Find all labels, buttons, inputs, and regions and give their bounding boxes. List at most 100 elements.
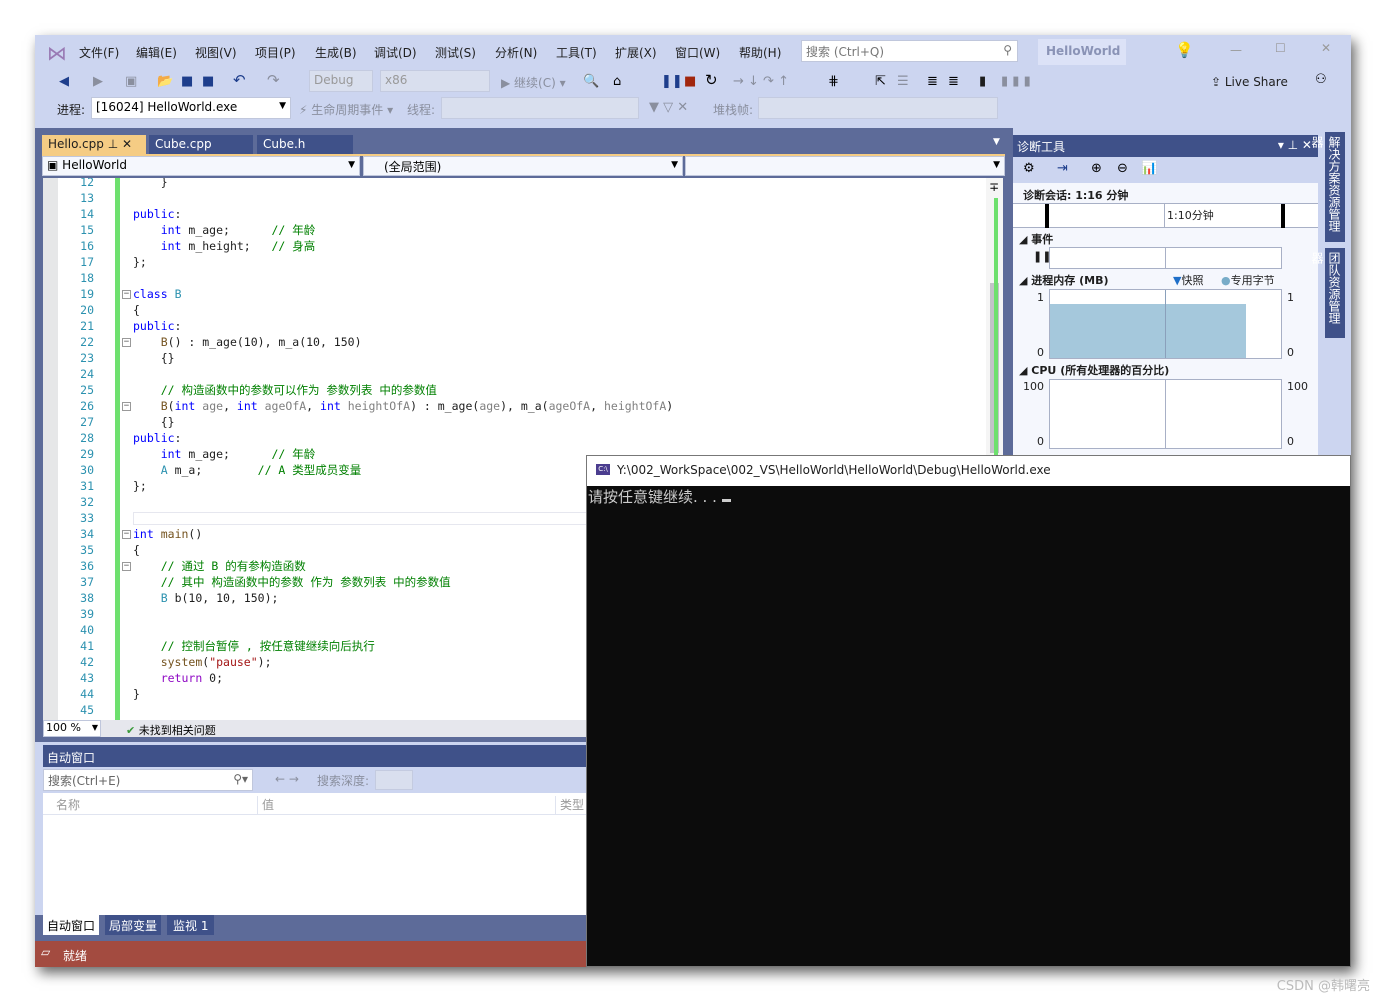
restart-icon[interactable]: ↻ xyxy=(705,73,718,88)
code-line[interactable]: 21 public: xyxy=(43,318,1003,334)
code-line[interactable]: 25 // 构造函数中的参数可以作为 参数列表 中的参数值 xyxy=(43,382,1003,398)
redo-icon[interactable]: ↷ xyxy=(267,73,280,88)
account-icon[interactable]: ⚇ xyxy=(1315,73,1327,87)
code-line[interactable]: 24 xyxy=(43,366,1003,382)
code-line[interactable]: 16 int m_height; // 身高 xyxy=(43,238,1003,254)
save-all-icon[interactable]: ■ xyxy=(202,75,214,89)
live-share-button[interactable]: ⇪ Live Share xyxy=(1211,75,1288,89)
feedback-icon[interactable]: 💡 xyxy=(1175,41,1194,59)
column-name[interactable]: 名称 xyxy=(56,796,80,813)
continue-button[interactable]: ▶ 继续(C) ▾ xyxy=(501,74,566,91)
step-icons[interactable]: → ↓ ↷ ↑ xyxy=(733,75,789,89)
menu-file[interactable]: 文件(F) xyxy=(79,44,119,61)
code-line[interactable]: 23 {} xyxy=(43,350,1003,366)
pin-icon[interactable]: ⊥ xyxy=(108,137,118,151)
export-icon[interactable]: ⇥ xyxy=(1057,162,1068,176)
zoom-in-icon[interactable]: ⊕ xyxy=(1091,162,1102,176)
tab-cube-cpp[interactable]: Cube.cpp xyxy=(149,135,253,154)
process-dropdown[interactable]: [16024] HelloWorld.exe ▼ xyxy=(91,97,291,119)
code-line[interactable]: 28 public: xyxy=(43,430,1003,446)
breakpoints-icon[interactable]: ☰ xyxy=(897,75,909,89)
find-icon[interactable]: 🔍 xyxy=(583,75,599,89)
comment-icon[interactable]: ≣ xyxy=(948,75,959,89)
tab-hello-cpp[interactable]: Hello.cpp ⊥ ✕ xyxy=(42,135,146,154)
tab-overflow-icon[interactable]: ▼ xyxy=(993,137,1000,147)
menu-tools[interactable]: 工具(T) xyxy=(556,44,597,61)
code-line[interactable]: 20 { xyxy=(43,302,1003,318)
code-line[interactable]: 17}; xyxy=(43,254,1003,270)
code-line[interactable]: 15 int m_age; // 年龄 xyxy=(43,222,1003,238)
run-to-cursor-icon[interactable]: ⇱ xyxy=(875,75,886,89)
column-value[interactable]: 值 xyxy=(257,796,274,814)
code-line[interactable]: 18 xyxy=(43,270,1003,286)
member-nav-dropdown[interactable]: ▼ xyxy=(685,156,1005,176)
collapse-icon[interactable]: − xyxy=(122,562,131,571)
split-button[interactable]: ∓ xyxy=(989,180,999,194)
collapse-icon[interactable]: − xyxy=(122,530,131,539)
menu-window[interactable]: 窗口(W) xyxy=(675,44,720,61)
stackframe-dropdown[interactable] xyxy=(758,97,998,119)
save-icon[interactable]: ■ xyxy=(181,75,193,89)
pause-icon[interactable]: ❚❚ xyxy=(661,75,683,89)
tab-autos[interactable]: 自动窗口 xyxy=(43,915,100,935)
menu-debug[interactable]: 调试(D) xyxy=(374,44,417,61)
search-box[interactable]: 搜索 (Ctrl+Q) ⚲ xyxy=(801,40,1018,62)
menu-test[interactable]: 测试(S) xyxy=(435,44,476,61)
menu-help[interactable]: 帮助(H) xyxy=(739,44,781,61)
column-type[interactable]: 类型 xyxy=(555,796,584,814)
filter-icon[interactable]: ▼ ▽ ✕ xyxy=(649,101,688,115)
collapse-icon[interactable]: − xyxy=(122,290,131,299)
console-window[interactable]: C:\ Y:\002_WorkSpace\002_VS\HelloWorld\H… xyxy=(586,455,1351,967)
code-line[interactable]: 22 − B() : m_age(10), m_a(10, 150) xyxy=(43,334,1003,350)
open-file-icon[interactable]: 📂 xyxy=(157,75,173,89)
project-nav-dropdown[interactable]: ▣ HelloWorld ▼ xyxy=(42,156,360,176)
menu-analyze[interactable]: 分析(N) xyxy=(495,44,537,61)
search-depth-dropdown[interactable] xyxy=(375,770,413,790)
minimize-button[interactable]: — xyxy=(1230,43,1242,57)
outdent-icon[interactable]: ≣ xyxy=(927,75,938,89)
undo-icon[interactable]: ↶ xyxy=(233,73,246,88)
events-section[interactable]: ◢ 事件 xyxy=(1019,231,1053,247)
side-tab-solution-explorer[interactable]: 解决方案资源管理器 xyxy=(1310,132,1345,242)
lifecycle-events-button[interactable]: ⚡ 生命周期事件 ▾ xyxy=(299,101,393,118)
thread-dropdown[interactable] xyxy=(441,97,639,119)
code-line[interactable]: 19 − class B xyxy=(43,286,1003,302)
menu-view[interactable]: 视图(V) xyxy=(195,44,237,61)
close-button[interactable]: ✕ xyxy=(1321,41,1331,55)
chart-icon[interactable]: 📊 xyxy=(1141,162,1157,176)
menu-project[interactable]: 项目(P) xyxy=(255,44,296,61)
code-line[interactable]: 12 } xyxy=(43,178,1003,190)
screenshot-icon[interactable]: ⌂ xyxy=(613,75,621,89)
timeline-ruler[interactable]: 1:10分钟 xyxy=(1013,203,1318,228)
search-nav-arrows[interactable]: ← → xyxy=(275,772,299,786)
stop-icon[interactable]: ■ xyxy=(684,75,696,89)
hex-icon[interactable]: ⋕ xyxy=(828,75,839,89)
code-line[interactable]: 13 xyxy=(43,190,1003,206)
code-line[interactable]: 14 public: xyxy=(43,206,1003,222)
new-item-icon[interactable]: ▣ xyxy=(125,75,137,89)
zoom-out-icon[interactable]: ⊖ xyxy=(1117,162,1128,176)
maximize-button[interactable]: ☐ xyxy=(1275,41,1286,55)
code-line[interactable]: 27 {} xyxy=(43,414,1003,430)
memory-section[interactable]: ◢ 进程内存 (MB) xyxy=(1019,272,1109,288)
autos-search-input[interactable]: 搜索(Ctrl+E) ⚲▾ xyxy=(43,769,253,791)
tab-cube-h[interactable]: Cube.h xyxy=(257,135,353,154)
issues-indicator[interactable]: ✔ 未找到相关问题 xyxy=(126,722,216,738)
panel-menu-icons[interactable]: ▾ ⊥ ✕ xyxy=(1278,138,1312,152)
console-title-bar[interactable]: C:\ Y:\002_WorkSpace\002_VS\HelloWorld\H… xyxy=(587,456,1350,486)
configuration-dropdown[interactable]: Debug xyxy=(309,70,373,92)
close-tab-icon[interactable]: ✕ xyxy=(122,137,132,151)
cpu-section[interactable]: ◢ CPU (所有处理器的百分比) xyxy=(1019,362,1169,378)
collapse-icon[interactable]: − xyxy=(122,402,131,411)
collapse-icon[interactable]: − xyxy=(122,338,131,347)
menu-build[interactable]: 生成(B) xyxy=(315,44,357,61)
bookmark-nav-icons[interactable]: ▮ ▮ ▮ xyxy=(1001,75,1031,89)
platform-dropdown[interactable]: x86 xyxy=(380,70,490,92)
zoom-dropdown[interactable]: 100 % ▼ xyxy=(43,720,101,737)
side-tab-team-explorer[interactable]: 团队资源管理器 xyxy=(1310,248,1345,338)
code-line[interactable]: 26− B(int age, int ageOfA, int heightOfA… xyxy=(43,398,1003,414)
tab-locals[interactable]: 局部变量 xyxy=(105,915,162,935)
tab-watch-1[interactable]: 监视 1 xyxy=(167,915,215,935)
menu-extensions[interactable]: 扩展(X) xyxy=(615,44,657,61)
settings-icon[interactable]: ⚙ xyxy=(1023,162,1035,176)
